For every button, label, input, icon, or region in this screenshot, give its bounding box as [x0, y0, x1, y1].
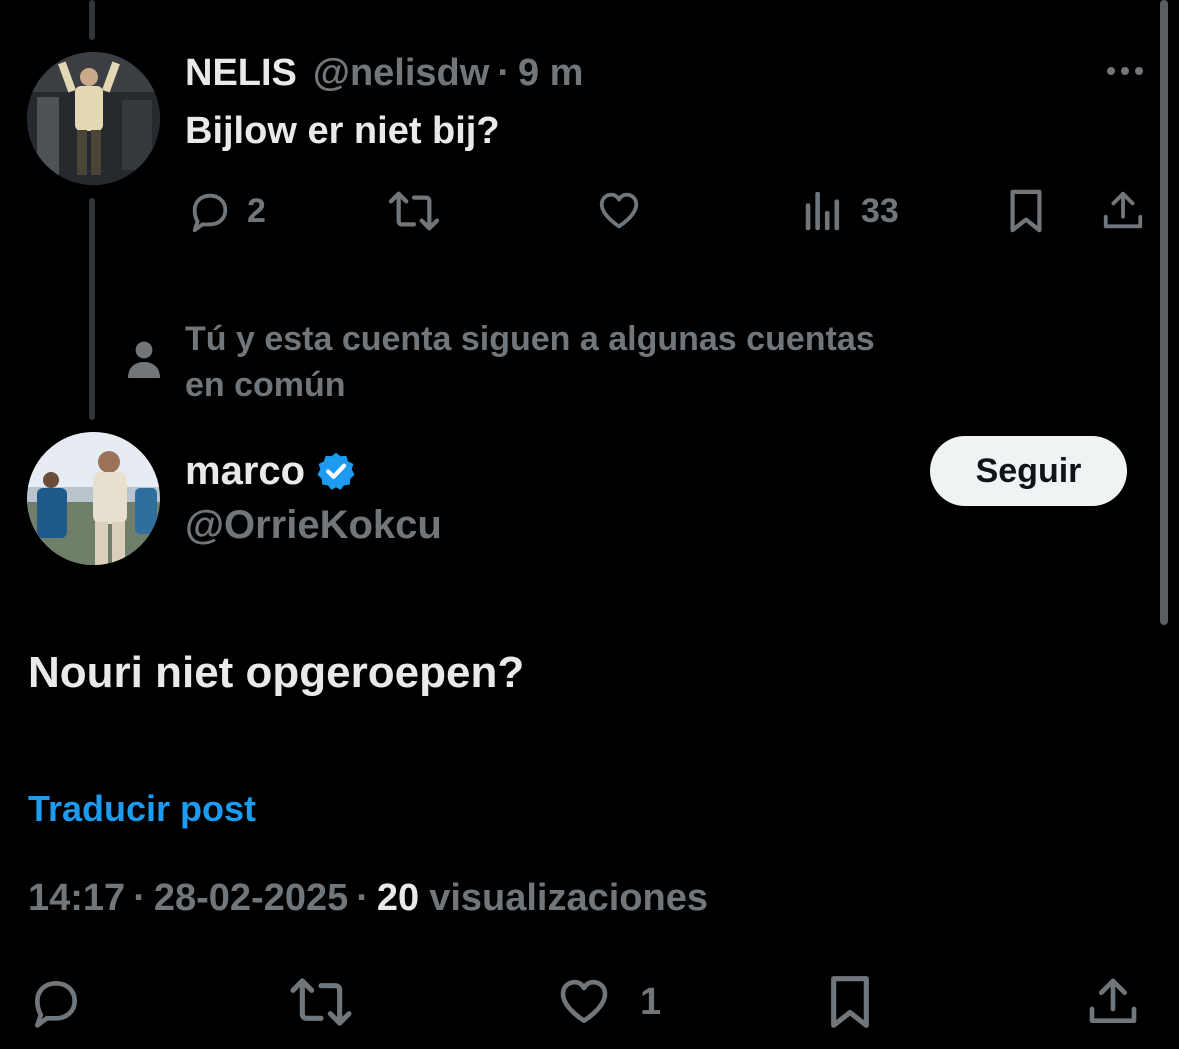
social-context-line2: en común — [185, 366, 346, 404]
comment-icon — [192, 193, 228, 233]
reply-display-name[interactable]: NELIS — [185, 52, 297, 95]
reply-share-button[interactable] — [1100, 188, 1146, 234]
views-icon — [805, 191, 840, 231]
post-views-label[interactable]: visualizaciones — [429, 877, 708, 920]
share-icon — [1103, 191, 1143, 229]
heart-icon — [560, 979, 608, 1023]
post-like-button[interactable]: 1 — [556, 974, 661, 1030]
more-button[interactable] — [1102, 58, 1148, 84]
comment-icon — [35, 981, 77, 1028]
reply-text: Bijlow er niet bij? — [185, 110, 500, 152]
post-repost-button[interactable] — [288, 974, 354, 1030]
post-like-count: 1 — [640, 980, 662, 1023]
thread-line-middle — [89, 198, 95, 420]
person-icon — [128, 341, 160, 378]
share-icon — [1089, 978, 1137, 1023]
post-meta-dot2: · — [356, 877, 369, 919]
heart-icon — [599, 192, 639, 229]
reply-handle[interactable]: @nelisdw — [313, 52, 489, 95]
post-views-count[interactable]: 20 — [377, 877, 419, 920]
reply-header: NELIS @nelisdw · 9 m — [185, 50, 583, 96]
avatar-marco[interactable] — [27, 432, 160, 565]
follow-button-label: Seguir — [975, 451, 1082, 490]
post-time[interactable]: 14:17 — [28, 877, 125, 920]
post-share-button[interactable] — [1085, 974, 1141, 1030]
social-context-text: Tú y esta cuenta siguen a algunas cuenta… — [185, 316, 875, 408]
reply-like-button[interactable] — [596, 188, 642, 234]
more-horizontal-icon — [1107, 67, 1143, 75]
post-author-name-row: marco — [185, 448, 357, 494]
reply-views-button[interactable]: 33 — [803, 188, 899, 234]
reply-views-count: 33 — [861, 191, 899, 230]
social-context-line1: Tú y esta cuenta siguen a algunas cuenta… — [185, 320, 875, 358]
avatar-nelis[interactable] — [27, 52, 160, 185]
scrollbar[interactable] — [1160, 0, 1168, 625]
reply-separator: · — [497, 51, 510, 94]
post-text: Nouri niet opgeroepen? — [28, 648, 525, 697]
bookmark-icon — [1010, 189, 1042, 233]
social-context-icon-wrap — [126, 340, 162, 380]
thread-line-top — [89, 0, 95, 40]
repost-icon — [290, 978, 352, 1026]
post-meta-dot1: · — [133, 877, 146, 919]
post-handle[interactable]: @OrrieKokcu — [185, 503, 442, 548]
post-display-name[interactable]: marco — [185, 449, 305, 494]
post-reply-button[interactable] — [28, 974, 84, 1030]
reply-bookmark-button[interactable] — [1006, 188, 1046, 234]
reply-comment-count: 2 — [247, 191, 266, 230]
follow-button[interactable]: Seguir — [930, 436, 1127, 506]
reply-time[interactable]: 9 m — [518, 52, 583, 95]
bookmark-icon — [831, 976, 869, 1028]
verified-badge-icon — [317, 452, 355, 490]
post-meta: 14:17 · 28-02-2025 · 20 visualizaciones — [28, 877, 708, 920]
post-bookmark-button[interactable] — [826, 974, 874, 1030]
translate-post-link[interactable]: Traducir post — [28, 788, 256, 830]
repost-icon — [388, 191, 440, 231]
reply-repost-button[interactable] — [387, 188, 441, 234]
post-date[interactable]: 28-02-2025 — [154, 877, 348, 920]
reply-comment-button[interactable]: 2 — [187, 188, 266, 234]
